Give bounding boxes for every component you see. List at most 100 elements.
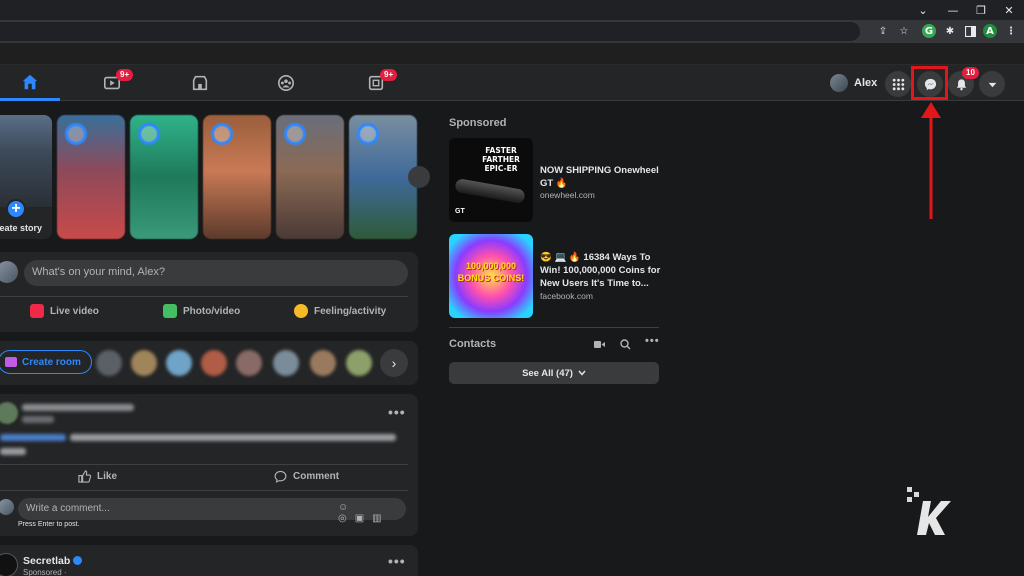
- room-contact-avatar[interactable]: [346, 350, 372, 376]
- sponsored-heading: Sponsored: [449, 117, 507, 129]
- tab-search-button[interactable]: ⌄: [908, 0, 938, 20]
- chevron-down-icon: [578, 370, 586, 376]
- comment-input[interactable]: Write a comment... ☺◎▣▥: [18, 498, 406, 524]
- share-icon[interactable]: ⇪: [876, 24, 890, 38]
- ad-image-text: 100,000,000 BONUS COINS!: [457, 261, 525, 283]
- post-composer: What's on your mind, Alex? Live video Ph…: [0, 252, 418, 332]
- tab-watch[interactable]: 9+: [82, 65, 142, 101]
- profile-shortcut[interactable]: Alex: [830, 71, 877, 95]
- avatar: [830, 74, 848, 92]
- room-contact-avatar[interactable]: [166, 350, 192, 376]
- post-text: [0, 448, 26, 455]
- new-room-video-icon[interactable]: [594, 340, 605, 349]
- photo-video-button[interactable]: Photo/video: [163, 304, 240, 318]
- bookmarks-bar: [0, 43, 1024, 65]
- address-bar[interactable]: [0, 22, 860, 41]
- sponsored-ad[interactable]: FASTER FARTHER EPIC-ER GT NOW SHIPPING O…: [449, 138, 664, 224]
- tab-gaming[interactable]: 9+: [346, 65, 406, 101]
- ad-image-text: FASTER FARTHER EPIC-ER: [482, 146, 520, 173]
- post-author[interactable]: Secretlab: [23, 555, 83, 567]
- feed-post: Secretlab Sponsored · •••: [0, 545, 418, 576]
- room-contact-avatar[interactable]: [96, 350, 122, 376]
- live-video-icon: [30, 304, 44, 318]
- ad-title: NOW SHIPPING Onewheel GT 🔥: [540, 165, 659, 189]
- post-options-icon[interactable]: •••: [388, 404, 406, 420]
- groups-icon: [277, 74, 295, 92]
- profile-avatar[interactable]: A: [983, 24, 997, 38]
- status-input[interactable]: What's on your mind, Alex?: [24, 260, 408, 286]
- sponsored-ad[interactable]: 100,000,000 BONUS COINS! 😎 💻 🔥 16384 Way…: [449, 234, 664, 320]
- notifications-button[interactable]: 10: [948, 67, 979, 97]
- smiley-icon: [294, 304, 308, 318]
- room-contact-avatar[interactable]: [201, 350, 227, 376]
- tab-home[interactable]: [0, 65, 60, 101]
- profile-name: Alex: [854, 77, 878, 89]
- home-icon: [22, 74, 38, 89]
- avatar: [0, 261, 18, 283]
- avatar: [0, 402, 18, 424]
- room-contact-avatar[interactable]: [310, 350, 336, 376]
- comment-button[interactable]: Comment: [274, 470, 339, 483]
- create-story-card[interactable]: + reate story: [0, 115, 52, 239]
- story-card[interactable]: [130, 115, 198, 239]
- search-icon[interactable]: [620, 339, 631, 350]
- room-contact-avatar[interactable]: [273, 350, 299, 376]
- messenger-highlight-box: [911, 66, 948, 100]
- post-tag[interactable]: [0, 434, 66, 441]
- story-avatar: [357, 123, 379, 145]
- side-panel-icon[interactable]: [963, 24, 977, 38]
- create-room-button[interactable]: Create room: [0, 350, 92, 374]
- comment-tools-icons[interactable]: ☺◎▣▥: [338, 502, 406, 524]
- contacts-options-icon[interactable]: •••: [645, 335, 660, 347]
- divider: [0, 464, 408, 465]
- story-card[interactable]: [57, 115, 125, 239]
- account-button[interactable]: [979, 71, 1005, 97]
- browser-menu-icon[interactable]: ⋮: [1004, 24, 1018, 38]
- create-story-photo: [0, 115, 52, 207]
- post-meta: [22, 416, 54, 423]
- stories-row: + reate story: [0, 115, 418, 241]
- ad-domain: facebook.com: [540, 291, 593, 301]
- marketplace-icon: [192, 75, 208, 91]
- comment-placeholder: Write a comment...: [26, 503, 110, 514]
- grammarly-extension-icon[interactable]: G: [922, 24, 936, 38]
- room-contact-avatar[interactable]: [131, 350, 157, 376]
- tab-marketplace[interactable]: [170, 65, 230, 101]
- story-card[interactable]: [276, 115, 344, 239]
- live-video-button[interactable]: Live video: [30, 304, 99, 318]
- bell-icon: [956, 78, 966, 90]
- rooms-bar: Create room ›: [0, 341, 418, 385]
- post-options-icon[interactable]: •••: [388, 553, 406, 569]
- like-button[interactable]: Like: [78, 470, 117, 483]
- live-video-label: Live video: [50, 305, 99, 317]
- create-story-label: reate story: [0, 223, 43, 233]
- onewheel-board: [454, 178, 526, 204]
- minimize-button[interactable]: —: [938, 0, 968, 20]
- ad-domain: onewheel.com: [540, 190, 595, 200]
- verified-icon: [73, 556, 83, 565]
- bookmark-star-icon[interactable]: ☆: [897, 24, 911, 38]
- room-contact-avatar[interactable]: [236, 350, 262, 376]
- divider: [0, 490, 408, 491]
- create-room-label: Create room: [22, 356, 81, 368]
- facebook-top-nav: 9+ 9+ Alex 10: [0, 65, 1024, 101]
- comment-label: Comment: [293, 471, 340, 482]
- like-label: Like: [97, 471, 118, 482]
- ad-image-badge: GT: [455, 208, 465, 215]
- avatar: [0, 553, 18, 576]
- story-avatar: [284, 123, 306, 145]
- rooms-next-button[interactable]: ›: [380, 349, 408, 377]
- extensions-puzzle-icon[interactable]: ✱: [943, 24, 957, 38]
- notifications-badge: 10: [962, 67, 979, 79]
- restore-button[interactable]: ❐: [966, 0, 996, 20]
- see-all-contacts-button[interactable]: See All (47): [449, 362, 659, 384]
- caret-down-icon: [988, 82, 996, 87]
- tab-groups[interactable]: [256, 65, 316, 101]
- story-card[interactable]: [349, 115, 417, 239]
- story-card[interactable]: [203, 115, 271, 239]
- stories-next-button[interactable]: [408, 166, 430, 188]
- browser-toolbar: ⇪ ☆ G ✱ A ⋮: [0, 20, 1024, 43]
- menu-button[interactable]: [885, 71, 911, 97]
- close-window-button[interactable]: ✕: [994, 0, 1024, 20]
- feeling-activity-button[interactable]: Feeling/activity: [294, 304, 386, 318]
